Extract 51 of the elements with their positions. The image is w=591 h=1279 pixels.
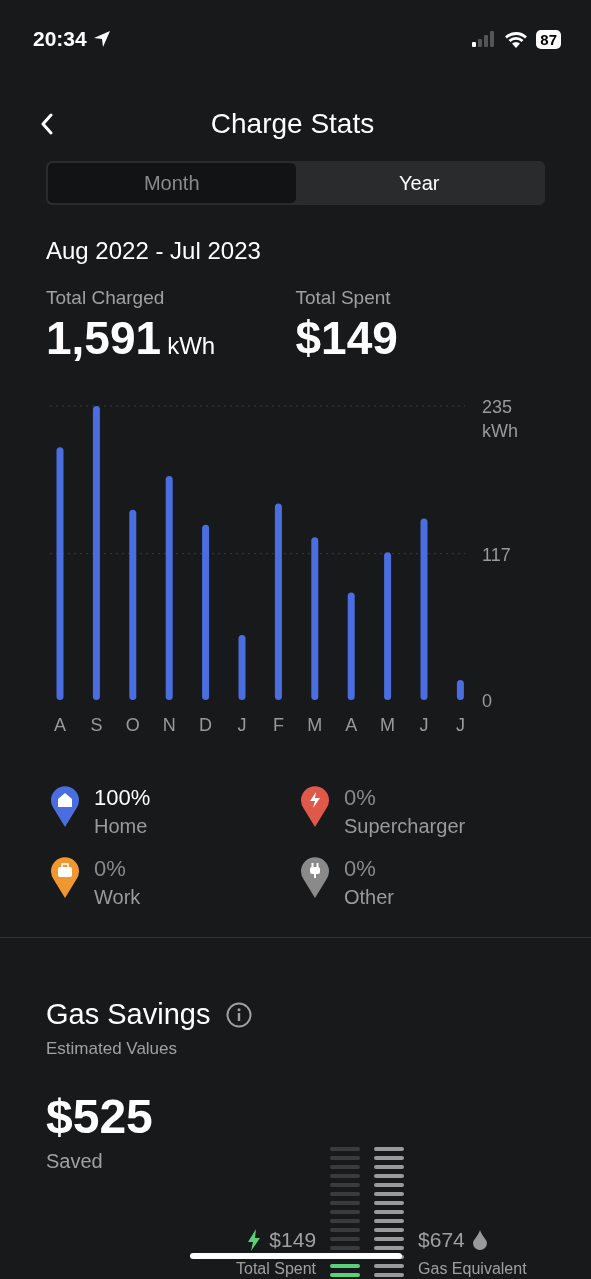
share-percent: 100%: [94, 785, 151, 811]
axis-tick-label: 117: [482, 544, 511, 565]
spent-label: Total Spent: [236, 1260, 317, 1277]
axis-unit-label: kWh: [482, 421, 518, 441]
location-label: Other: [344, 886, 395, 909]
chart-bar: [238, 634, 246, 700]
drop-icon: [472, 1230, 487, 1250]
axis-category-label: D: [199, 715, 213, 735]
axis-category-label: O: [125, 715, 140, 735]
signal-icon: [472, 31, 497, 47]
bolt-icon: [247, 1229, 262, 1251]
chart-bar: [456, 680, 464, 700]
clock-time: 20:34: [33, 27, 87, 51]
date-range: Aug 2022 - Jul 2023: [46, 237, 262, 265]
axis-category-label: F: [272, 715, 284, 735]
axis-category-label: J: [419, 715, 429, 735]
total-unit: kWh: [167, 332, 216, 360]
battery-level: 87: [536, 29, 561, 49]
share-percent: 0%: [344, 856, 377, 882]
axis-category-label: M: [307, 715, 323, 735]
section-title: Gas Savings: [46, 998, 211, 1031]
share-percent: 0%: [94, 856, 127, 882]
axis-category-label: J: [455, 715, 465, 735]
section-subtitle: Estimated Values: [46, 1039, 179, 1059]
axis-tick-label: 235: [482, 397, 513, 417]
axis-tick-label: 0: [482, 691, 492, 711]
total-value: $149: [295, 311, 398, 365]
axis-category-label: S: [90, 715, 103, 735]
location-label: Home: [94, 815, 149, 838]
gas-label: Gas Equivalent: [418, 1260, 527, 1277]
axis-category-label: J: [237, 715, 247, 735]
wifi-icon: [504, 30, 529, 48]
page-title: Charge Stats: [209, 108, 376, 140]
back-icon[interactable]: [40, 113, 54, 135]
total-label: Total Spent: [295, 287, 392, 309]
info-icon[interactable]: [226, 1001, 253, 1028]
share-percent: 0%: [344, 785, 377, 811]
axis-category-label: A: [54, 715, 66, 735]
savings-amount: $525: [46, 1089, 154, 1144]
savings-label: Saved: [46, 1150, 104, 1173]
total-value: 1,591: [46, 311, 162, 365]
total-label: Total Charged: [46, 287, 166, 309]
period-tab[interactable]: Month: [48, 163, 296, 203]
axis-category-label: A: [345, 715, 358, 735]
location-arrow-icon: [92, 30, 111, 48]
location-label: Supercharger: [344, 815, 466, 838]
axis-category-label: N: [162, 715, 176, 735]
axis-category-label: M: [380, 715, 396, 735]
location-label: Work: [94, 886, 141, 909]
spent-value: $149: [269, 1228, 317, 1252]
gas-value: $674: [418, 1228, 465, 1252]
